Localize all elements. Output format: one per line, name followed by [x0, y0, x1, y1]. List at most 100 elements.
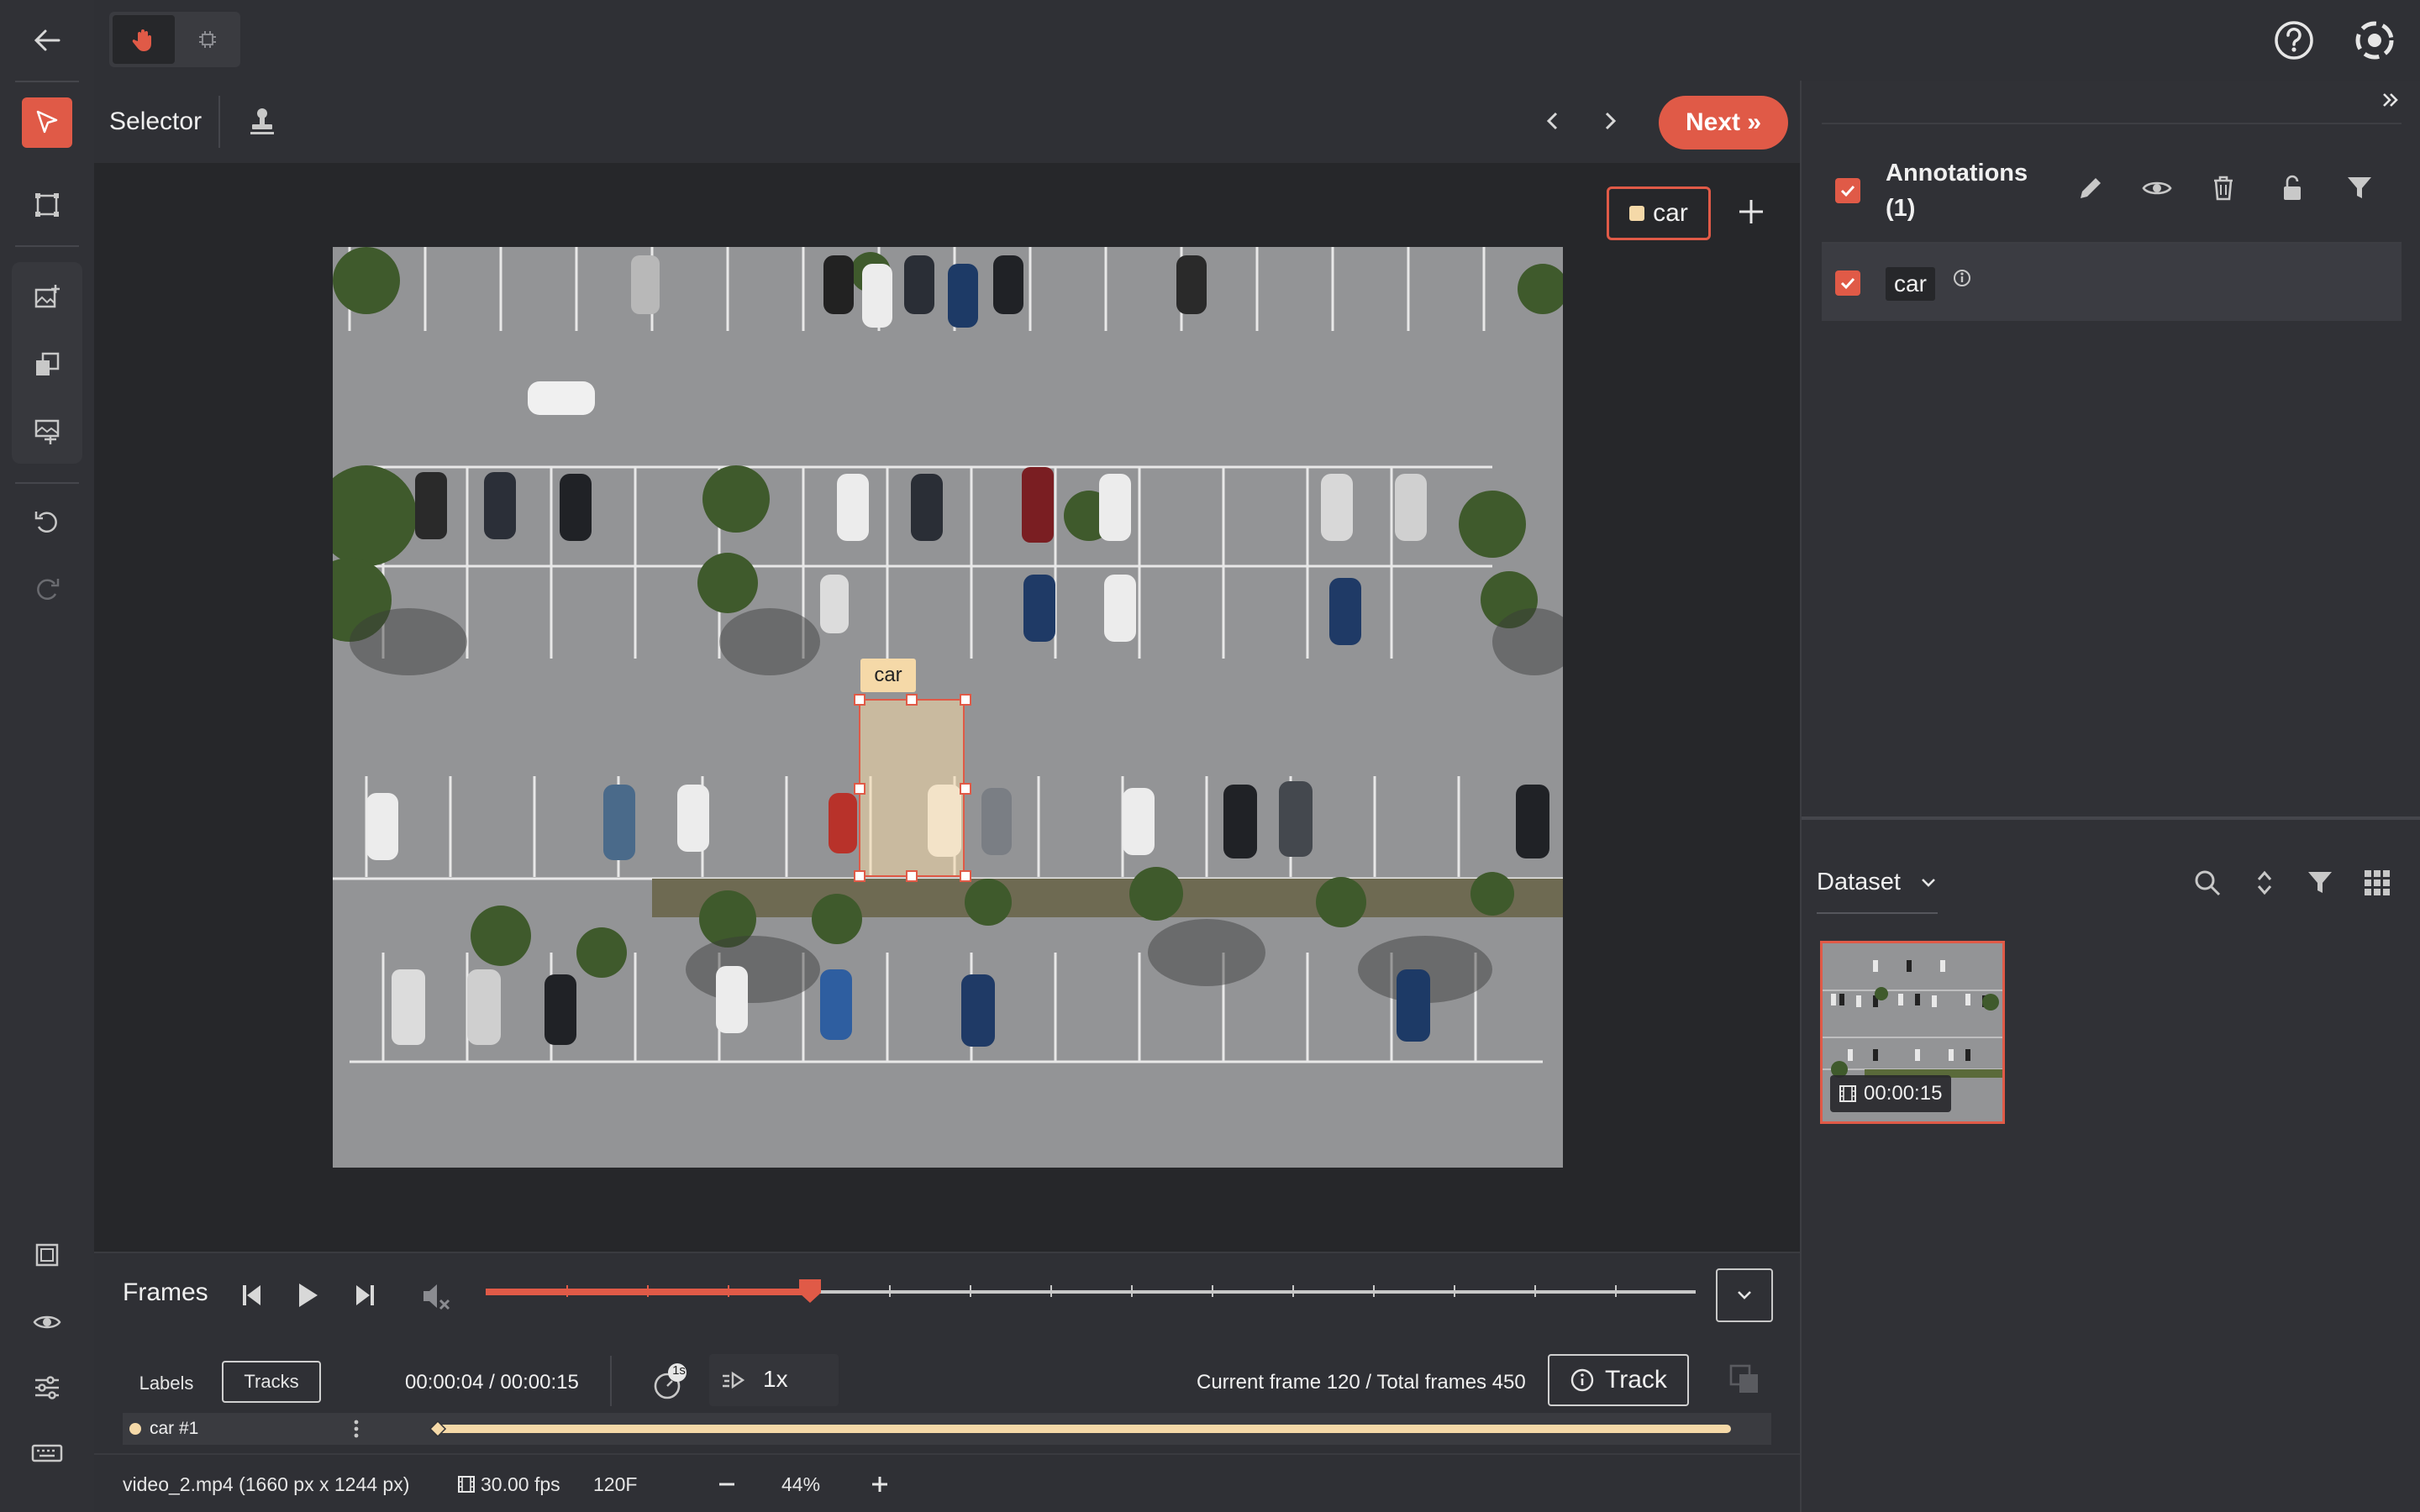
zoom-level: 44% [781, 1473, 821, 1495]
search-icon[interactable] [2191, 867, 2223, 899]
active-label-chip[interactable]: car [1607, 186, 1711, 240]
next-button[interactable]: Next » [1659, 96, 1788, 150]
ai-chip-icon[interactable] [178, 15, 237, 64]
timeline-tick [1292, 1285, 1294, 1297]
resize-handle[interactable] [854, 694, 865, 706]
resize-handle[interactable] [906, 870, 918, 882]
timeline-tick [1373, 1285, 1375, 1297]
selector-tool-icon[interactable] [22, 97, 72, 148]
eye-icon[interactable] [2141, 173, 2173, 203]
app-logo-icon[interactable] [2351, 17, 2398, 64]
top-bar [94, 0, 2420, 82]
track-segment[interactable] [439, 1425, 1731, 1433]
step-back-icon[interactable] [237, 1278, 271, 1312]
timeline-playhead[interactable] [797, 1277, 823, 1305]
step-forward-icon[interactable] [346, 1278, 380, 1312]
annotations-title: Annotations [1886, 160, 2028, 186]
tool-options-bar: Selector Next » [94, 81, 1800, 163]
timeline-tick [566, 1285, 568, 1297]
fit-screen-icon[interactable] [22, 1230, 72, 1280]
info-icon[interactable] [1951, 267, 1973, 289]
sort-icon[interactable] [2249, 867, 2281, 899]
track-color-dot [129, 1423, 141, 1435]
track-info-icon [1570, 1368, 1594, 1392]
image-add-icon[interactable] [22, 272, 72, 323]
left-toolbar [0, 0, 96, 1512]
speed-value: 1x [763, 1366, 788, 1392]
frame-count: 120F [593, 1473, 638, 1495]
tab-tracks[interactable]: Tracks [222, 1361, 321, 1403]
bounding-box-tool-icon[interactable] [22, 180, 72, 230]
tool-name: Selector [109, 108, 203, 135]
dataset-title: Dataset [1817, 869, 1901, 895]
timeline-tick [647, 1285, 649, 1297]
adjustments-icon[interactable] [22, 1362, 72, 1413]
copy-track-icon[interactable] [1728, 1362, 1761, 1396]
previous-icon[interactable] [1539, 108, 1566, 134]
unlock-icon[interactable] [2277, 173, 2307, 203]
track-name: car #1 [150, 1419, 199, 1438]
frame-info: Current frame 120 / Total frames 450 [1197, 1371, 1526, 1394]
frames-label: Frames [123, 1278, 208, 1306]
expand-timeline-button[interactable] [1716, 1268, 1773, 1322]
mute-icon[interactable] [418, 1278, 454, 1314]
visibility-icon[interactable] [22, 1297, 72, 1347]
timeline-tick [1212, 1285, 1213, 1297]
annotation-checkbox[interactable] [1835, 270, 1860, 296]
timeline-tick [889, 1285, 891, 1297]
edit-icon[interactable] [2075, 173, 2106, 203]
back-arrow-icon[interactable] [22, 15, 72, 66]
player-panel: Frames Labels Tracks 00:00:04 / 00:00:15… [94, 1252, 1800, 1512]
image-settings-icon[interactable] [22, 407, 72, 457]
timeline-tick [728, 1285, 729, 1297]
zoom-out-icon[interactable] [714, 1472, 739, 1497]
annotations-select-all-checkbox[interactable] [1835, 178, 1860, 203]
fps-info: 30.00 fps [481, 1473, 560, 1495]
timeline-tick [1534, 1285, 1536, 1297]
chevron-down-icon [1738, 1291, 1751, 1299]
add-label-icon[interactable] [1733, 193, 1770, 230]
undo-icon[interactable] [22, 497, 72, 548]
file-info: video_2.mp4 (1660 px x 1244 px) [123, 1473, 410, 1495]
chevron-down-icon[interactable] [1916, 870, 1941, 895]
car-bounding-box[interactable] [859, 699, 965, 877]
label-color-swatch [1629, 206, 1645, 221]
zoom-in-icon[interactable] [867, 1472, 892, 1497]
resize-handle[interactable] [854, 783, 865, 795]
redo-icon[interactable] [22, 564, 72, 615]
resize-handle[interactable] [960, 783, 971, 795]
resize-handle[interactable] [906, 694, 918, 706]
filter-icon[interactable] [2344, 173, 2375, 203]
right-panel: Annotations (1) car Dataset 00:00:15 [1800, 81, 2420, 1512]
next-icon[interactable] [1597, 108, 1623, 134]
collapse-panel-icon[interactable] [2378, 87, 2403, 113]
annotations-count: (1) [1886, 195, 1916, 222]
track-button[interactable]: Track [1548, 1354, 1689, 1406]
grid-view-icon[interactable] [2361, 867, 2393, 899]
keyframe-icon[interactable] [429, 1420, 447, 1438]
box-label-tag: car [860, 659, 916, 692]
timeline-tick [1454, 1285, 1455, 1297]
film-strip-icon [457, 1475, 476, 1494]
resize-handle[interactable] [960, 694, 971, 706]
trash-icon[interactable] [2208, 173, 2238, 203]
more-options-icon[interactable] [351, 1416, 361, 1441]
canvas-area[interactable]: car car [94, 163, 1800, 1252]
panel-divider[interactable] [1802, 816, 2420, 820]
tab-labels[interactable]: Labels [123, 1362, 210, 1404]
timeline-tick [1050, 1285, 1052, 1297]
keyboard-icon[interactable] [22, 1428, 72, 1478]
copy-layer-icon[interactable] [22, 339, 72, 390]
play-icon[interactable] [291, 1278, 324, 1312]
stamp-icon[interactable] [245, 104, 279, 138]
active-label-text: car [1653, 199, 1688, 227]
skip-interval-badge: 1s [672, 1363, 686, 1378]
timeline-tick [1615, 1285, 1617, 1297]
dataset-filter-icon[interactable] [2304, 867, 2336, 899]
annotation-label: car [1886, 267, 1935, 301]
resize-handle[interactable] [960, 870, 971, 882]
timeline-tick [970, 1285, 971, 1297]
help-icon[interactable] [2270, 17, 2317, 64]
hand-mode-icon[interactable] [113, 15, 175, 64]
resize-handle[interactable] [854, 870, 865, 882]
